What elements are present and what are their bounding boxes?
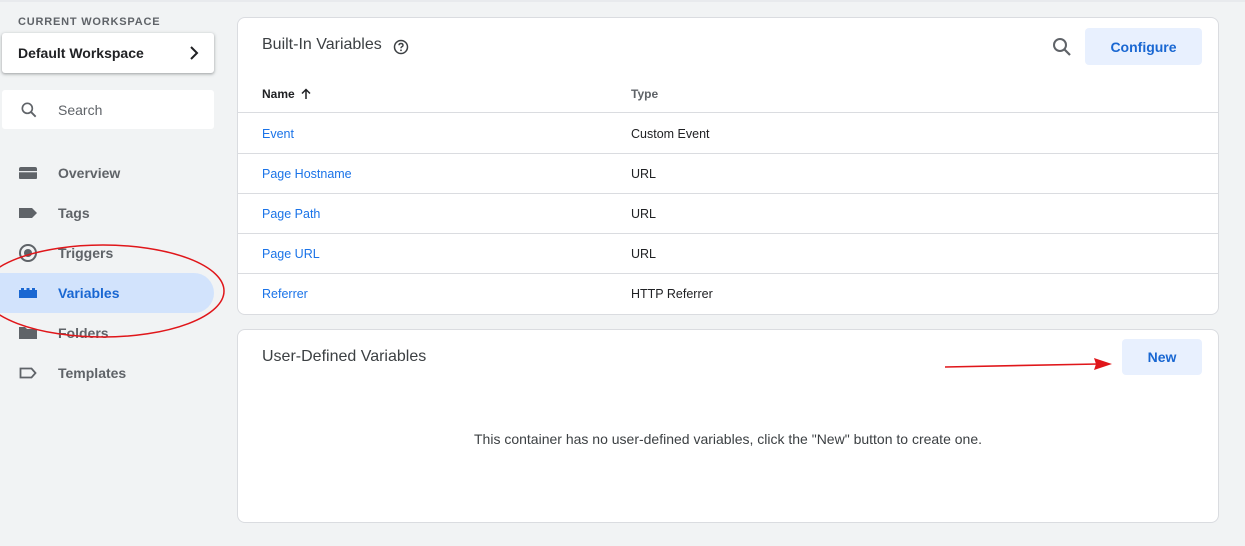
tag-icon [18, 203, 38, 223]
folder-open-icon [18, 163, 38, 183]
column-header-name[interactable]: Name [262, 87, 312, 101]
builtin-variables-card: Built-In Variables Configure Name Type E… [237, 17, 1219, 315]
variable-type: URL [631, 207, 657, 221]
search-icon[interactable] [1050, 35, 1074, 59]
configure-button[interactable]: Configure [1085, 28, 1202, 65]
column-header-name-label: Name [262, 87, 295, 101]
user-defined-variables-card: User-Defined Variables New This containe… [237, 329, 1219, 523]
help-icon[interactable] [393, 39, 409, 55]
sidebar-search[interactable] [2, 90, 214, 129]
sidebar-item-tags[interactable]: Tags [0, 193, 214, 233]
workspace-name: Default Workspace [18, 45, 144, 61]
variables-icon [18, 283, 38, 303]
variable-type: URL [631, 167, 657, 181]
sidebar-item-label: Overview [58, 165, 121, 181]
sidebar-item-triggers[interactable]: Triggers [0, 233, 214, 273]
sidebar-item-label: Tags [58, 205, 90, 221]
new-variable-button[interactable]: New [1122, 339, 1202, 375]
arrow-up-icon [301, 88, 311, 99]
variable-name-link[interactable]: Referrer [262, 287, 308, 301]
column-header-type[interactable]: Type [631, 87, 658, 101]
sidebar-item-folders[interactable]: Folders [0, 313, 214, 353]
builtin-variables-table: Event Custom Event Page Hostname URL Pag… [238, 114, 1218, 314]
table-row: Page Path URL [238, 194, 1218, 234]
search-input[interactable] [58, 101, 198, 118]
sidebar-item-templates[interactable]: Templates [0, 353, 214, 393]
sidebar-item-label: Triggers [58, 245, 114, 261]
variable-name-link[interactable]: Event [262, 127, 294, 141]
sidebar-item-label: Variables [58, 285, 120, 301]
trigger-icon [18, 243, 38, 263]
search-icon [21, 102, 37, 117]
empty-state-message: This container has no user-defined varia… [474, 431, 982, 447]
user-defined-variables-title: User-Defined Variables [262, 348, 427, 365]
sidebar-item-label: Templates [58, 365, 127, 381]
variable-type: HTTP Referrer [631, 287, 713, 301]
table-row: Referrer HTTP Referrer [238, 274, 1218, 314]
variable-type: URL [631, 247, 657, 261]
variable-name-link[interactable]: Page URL [262, 247, 320, 261]
template-icon [18, 363, 38, 383]
chevron-right-icon [190, 46, 199, 60]
sidebar-item-variables[interactable]: Variables [0, 273, 214, 313]
table-row: Page URL URL [238, 234, 1218, 274]
sidebar: CURRENT WORKSPACE Default Workspace Over… [0, 0, 222, 546]
folder-icon [18, 323, 38, 343]
sidebar-nav: Overview Tags Triggers Variables Folders [0, 153, 222, 393]
variable-name-link[interactable]: Page Hostname [262, 167, 352, 181]
table-row: Page Hostname URL [238, 154, 1218, 194]
variable-name-link[interactable]: Page Path [262, 207, 320, 221]
sidebar-item-overview[interactable]: Overview [0, 153, 214, 193]
workspace-label: CURRENT WORKSPACE [18, 16, 161, 28]
table-header: Name Type [238, 76, 1218, 113]
workspace-selector[interactable]: Default Workspace [2, 33, 214, 73]
sidebar-item-label: Folders [58, 325, 109, 341]
variable-type: Custom Event [631, 127, 710, 141]
table-row: Event Custom Event [238, 114, 1218, 154]
builtin-variables-title: Built-In Variables [262, 36, 382, 53]
